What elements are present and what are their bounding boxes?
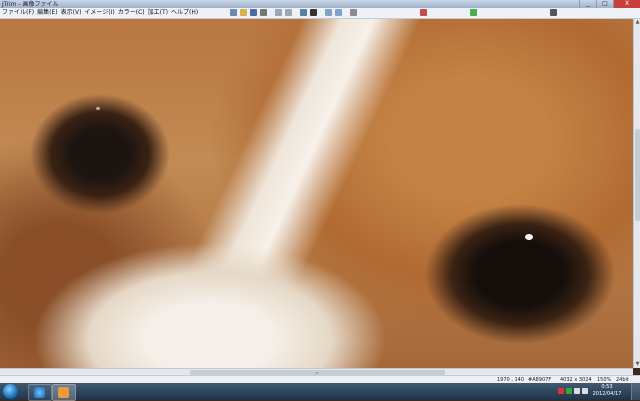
image-app-icon <box>58 387 69 398</box>
eye-highlight-left <box>96 107 100 110</box>
minimize-button[interactable]: _ <box>579 0 596 8</box>
title-bar: JTrim - 画像ファイル _ □ X <box>0 0 640 8</box>
volume-icon[interactable] <box>582 388 588 394</box>
brush-icon[interactable] <box>420 9 427 16</box>
scroll-up-icon[interactable]: ▲ <box>634 19 640 26</box>
menu-help[interactable]: ヘルプ(H) <box>171 8 198 18</box>
menu-bar: ファイル(F) 編集(E) 表示(V) イメージ(I) カラー(C) 加工(T)… <box>0 8 640 19</box>
print-icon[interactable] <box>260 9 267 16</box>
vertical-scrollbar[interactable]: ▲ ▼ <box>633 19 640 368</box>
redo-icon[interactable] <box>285 9 292 16</box>
window-controls: _ □ X <box>579 0 640 8</box>
network-icon[interactable] <box>574 388 580 394</box>
close-button[interactable]: X <box>613 0 640 8</box>
zoom-out-icon[interactable] <box>335 9 342 16</box>
tray-icon[interactable] <box>558 388 564 394</box>
text-icon[interactable] <box>310 9 317 16</box>
maximize-button[interactable]: □ <box>596 0 613 8</box>
save-icon[interactable] <box>250 9 257 16</box>
clock[interactable]: 0:53 2012/04/17 <box>592 384 622 398</box>
window-title: JTrim - 画像ファイル <box>2 1 59 8</box>
system-tray <box>558 385 588 394</box>
menu-view[interactable]: 表示(V) <box>61 8 82 18</box>
clock-time: 0:53 <box>601 384 613 390</box>
start-button-icon[interactable] <box>3 384 18 399</box>
color-icon[interactable] <box>470 9 477 16</box>
browser-icon <box>34 387 45 398</box>
menu-edit[interactable]: 編集(E) <box>37 8 57 18</box>
image-canvas[interactable] <box>0 19 633 368</box>
eye-highlight <box>525 234 533 240</box>
menu-color[interactable]: カラー(C) <box>118 8 145 18</box>
clock-date: 2012/04/17 <box>592 391 622 397</box>
open-icon[interactable] <box>240 9 247 16</box>
taskbar: 0:53 2012/04/17 <box>0 383 640 401</box>
new-icon[interactable] <box>230 9 237 16</box>
rotate-icon[interactable] <box>350 9 357 16</box>
zoom-in-icon[interactable] <box>325 9 332 16</box>
menu-process[interactable]: 加工(T) <box>148 8 168 18</box>
taskbar-image-app[interactable] <box>52 384 76 401</box>
undo-icon[interactable] <box>275 9 282 16</box>
tray-icon[interactable] <box>566 388 572 394</box>
menu: ファイル(F) 編集(E) 表示(V) イメージ(I) カラー(C) 加工(T)… <box>2 8 198 18</box>
menu-image[interactable]: イメージ(I) <box>84 8 114 18</box>
crop-icon[interactable] <box>300 9 307 16</box>
vertical-scroll-thumb[interactable] <box>635 129 640 221</box>
scroll-down-icon[interactable]: ▼ <box>634 361 640 368</box>
menu-file[interactable]: ファイル(F) <box>2 8 34 18</box>
gear-icon[interactable] <box>550 9 557 16</box>
taskbar-browser[interactable] <box>28 384 52 401</box>
show-desktop-button[interactable] <box>631 383 640 400</box>
